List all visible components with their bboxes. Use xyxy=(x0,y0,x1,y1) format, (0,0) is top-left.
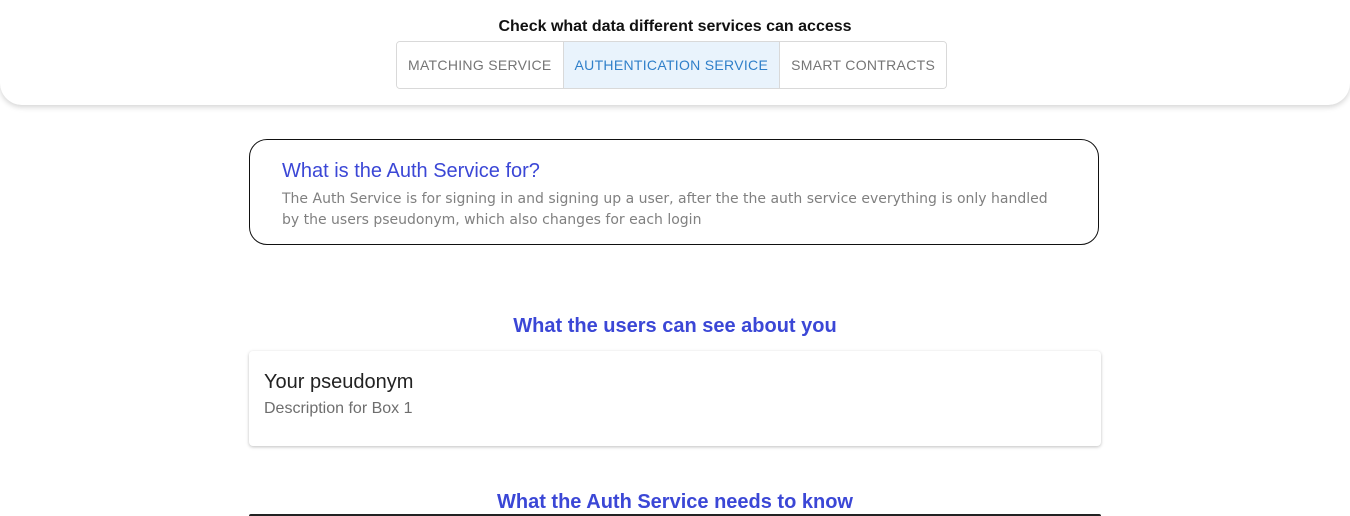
page-title: Check what data different services can a… xyxy=(498,18,852,35)
info-description: The Auth Service is for signing in and s… xyxy=(282,191,1048,228)
tab-authentication-service[interactable]: AUTHENTICATION SERVICE xyxy=(563,42,781,88)
tab-smart-contracts[interactable]: SMART CONTRACTS xyxy=(780,42,947,88)
info-title: What is the Auth Service for? xyxy=(282,160,540,182)
tab-matching-service[interactable]: MATCHING SERVICE xyxy=(397,42,564,88)
section-title-auth-needs: What the Auth Service needs to know xyxy=(497,491,853,513)
data-card-pseudonym: Your pseudonym Description for Box 1 xyxy=(249,351,1101,446)
card-title: Your pseudonym xyxy=(264,371,414,393)
section-title-users-see: What the users can see about you xyxy=(513,315,837,337)
service-tabs: MATCHING SERVICE AUTHENTICATION SERVICE … xyxy=(396,41,948,89)
header-panel: Check what data different services can a… xyxy=(0,0,1350,105)
service-info-box: What is the Auth Service for? The Auth S… xyxy=(249,139,1099,245)
card-description: Description for Box 1 xyxy=(264,400,413,417)
